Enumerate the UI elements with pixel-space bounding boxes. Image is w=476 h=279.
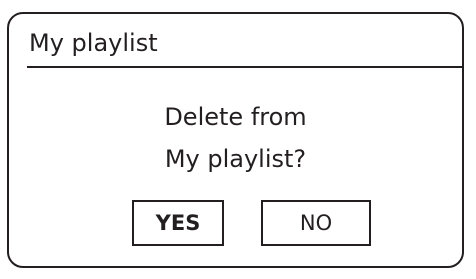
- title-divider: [27, 66, 462, 68]
- confirm-message-line-2: My playlist?: [164, 145, 307, 173]
- confirm-message-line-1: Delete from: [164, 103, 307, 131]
- yes-button[interactable]: YES: [132, 200, 224, 246]
- display-screen: My playlist Delete from My playlist? YES…: [7, 12, 464, 268]
- no-button[interactable]: NO: [261, 200, 371, 246]
- screen-title: My playlist: [29, 29, 158, 57]
- title-bar: My playlist: [9, 14, 462, 68]
